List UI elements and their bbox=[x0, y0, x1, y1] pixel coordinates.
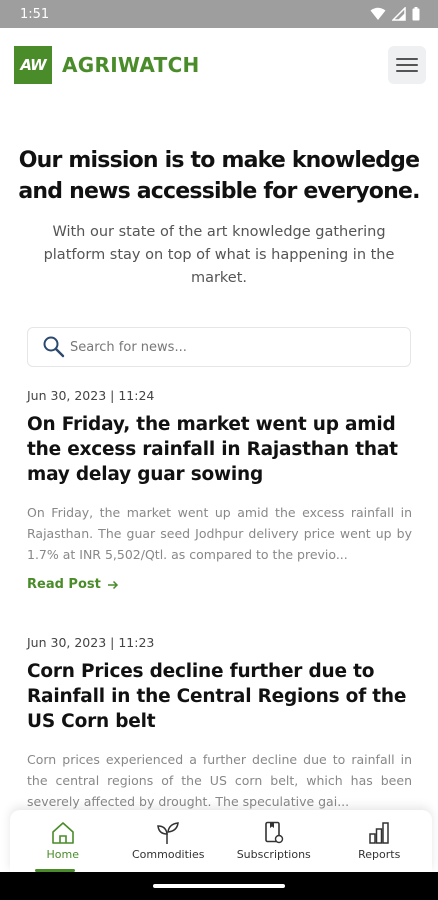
news-post[interactable]: Jun 30, 2023 | 11:23 Corn Prices decline… bbox=[27, 635, 412, 812]
nav-item-commodities[interactable]: Commodities bbox=[118, 810, 218, 872]
post-title[interactable]: Corn Prices decline further due to Rainf… bbox=[27, 659, 412, 734]
nav-item-subscriptions[interactable]: Subscriptions bbox=[224, 810, 324, 872]
bar-chart-icon bbox=[369, 822, 389, 844]
status-icons bbox=[370, 7, 420, 21]
nav-label-reports: Reports bbox=[358, 848, 401, 861]
search-icon bbox=[43, 336, 65, 358]
post-excerpt: On Friday, the market went up amid the e… bbox=[27, 505, 412, 562]
hamburger-menu-button[interactable] bbox=[388, 46, 426, 84]
logo-mark: AW bbox=[14, 46, 52, 84]
search-input[interactable] bbox=[70, 339, 370, 355]
agriwatch-logo[interactable]: AW AGRIWATCH bbox=[14, 46, 200, 84]
status-time: 1:51 bbox=[20, 6, 50, 22]
read-post-link[interactable]: Read Post bbox=[27, 577, 119, 592]
read-post-label: Read Post bbox=[27, 577, 101, 592]
brand-name: AGRIWATCH bbox=[62, 53, 200, 77]
nav-item-home[interactable]: Home bbox=[13, 810, 113, 872]
mission-subtitle: With our state of the art knowledge gath… bbox=[43, 224, 395, 286]
home-icon bbox=[51, 822, 74, 844]
nav-label-commodities: Commodities bbox=[132, 848, 205, 861]
subscription-icon bbox=[264, 821, 283, 844]
wifi-icon bbox=[370, 7, 386, 20]
cell-signal-icon bbox=[392, 7, 406, 21]
post-title[interactable]: On Friday, the market went up amid the e… bbox=[27, 412, 412, 487]
nav-item-reports[interactable]: Reports bbox=[329, 810, 429, 872]
app-header: AW AGRIWATCH bbox=[0, 28, 438, 102]
post-excerpt: Corn prices experienced a further declin… bbox=[27, 752, 412, 809]
hero-section: Our mission is to make knowledge and new… bbox=[0, 145, 438, 290]
post-date: Jun 30, 2023 | 11:24 bbox=[27, 388, 155, 403]
news-post[interactable]: Jun 30, 2023 | 11:24 On Friday, the mark… bbox=[27, 388, 412, 593]
arrow-right-icon bbox=[107, 580, 118, 589]
nav-label-home: Home bbox=[46, 848, 79, 861]
search-bar[interactable] bbox=[27, 327, 411, 367]
news-feed: Jun 30, 2023 | 11:24 On Friday, the mark… bbox=[27, 388, 412, 854]
battery-icon bbox=[412, 7, 420, 21]
post-date: Jun 30, 2023 | 11:23 bbox=[27, 635, 155, 650]
hamburger-menu-icon bbox=[396, 58, 418, 60]
system-navigation-bar bbox=[0, 872, 438, 900]
home-gesture-pill[interactable] bbox=[153, 884, 285, 888]
status-bar: 1:51 bbox=[0, 0, 438, 28]
bottom-navigation: Home Commodities Subscriptions Reports bbox=[10, 810, 432, 872]
nav-label-subscriptions: Subscriptions bbox=[236, 848, 311, 861]
mission-heading: Our mission is to make knowledge and new… bbox=[18, 148, 420, 204]
sprout-icon bbox=[157, 822, 180, 844]
